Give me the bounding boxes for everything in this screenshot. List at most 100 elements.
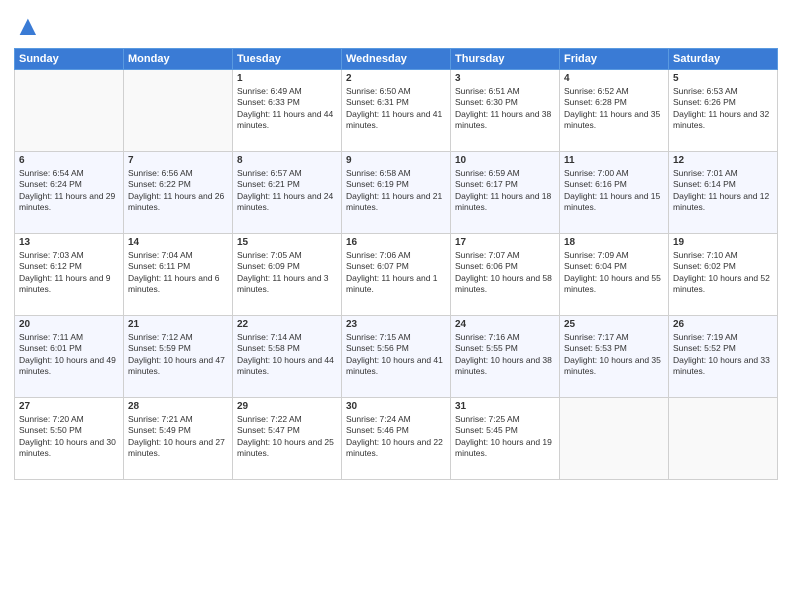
- calendar-cell: 16 Sunrise: 7:06 AMSunset: 6:07 PMDayligh…: [342, 234, 451, 316]
- calendar-cell: [15, 70, 124, 152]
- day-number: 14: [128, 237, 228, 248]
- day-info: Sunrise: 7:04 AMSunset: 6:11 PMDaylight:…: [128, 250, 228, 296]
- calendar-cell: 14 Sunrise: 7:04 AMSunset: 6:11 PMDayligh…: [124, 234, 233, 316]
- day-info: Sunrise: 7:00 AMSunset: 6:16 PMDaylight:…: [564, 168, 664, 214]
- calendar-cell: 1 Sunrise: 6:49 AMSunset: 6:33 PMDaylight…: [233, 70, 342, 152]
- calendar-cell: 26Sunrise: 7:19 AMSunset: 5:52 PMDayligh…: [669, 316, 778, 398]
- day-number: 2: [346, 73, 446, 84]
- calendar-week-row: 1 Sunrise: 6:49 AMSunset: 6:33 PMDaylight…: [15, 70, 778, 152]
- calendar-cell: [669, 398, 778, 480]
- day-info: Sunrise: 7:16 AMSunset: 5:55 PMDaylight:…: [455, 332, 555, 378]
- day-info: Sunrise: 7:21 AMSunset: 5:49 PMDaylight:…: [128, 414, 228, 460]
- day-number: 30: [346, 401, 446, 412]
- calendar-day-header: Tuesday: [233, 49, 342, 70]
- calendar-header-row: SundayMondayTuesdayWednesdayThursdayFrid…: [15, 49, 778, 70]
- page-container: ▲ SundayMondayTuesdayWednesdayThursdayFr…: [0, 0, 792, 612]
- calendar-cell: 5Sunrise: 6:53 AMSunset: 6:26 PMDaylight…: [669, 70, 778, 152]
- day-info: Sunrise: 6:49 AMSunset: 6:33 PMDaylight:…: [237, 86, 337, 132]
- calendar-cell: 31Sunrise: 7:25 AMSunset: 5:45 PMDayligh…: [451, 398, 560, 480]
- calendar-week-row: 6 Sunrise: 6:54 AMSunset: 6:24 PMDaylight…: [15, 152, 778, 234]
- header: ▲: [14, 10, 778, 42]
- day-info: Sunrise: 7:03 AMSunset: 6:12 PMDaylight:…: [19, 250, 119, 296]
- day-info: Sunrise: 6:59 AMSunset: 6:17 PMDaylight:…: [455, 168, 555, 214]
- day-number: 26: [673, 319, 773, 330]
- day-info: Sunrise: 7:11 AMSunset: 6:01 PMDaylight:…: [19, 332, 119, 378]
- calendar-cell: 28Sunrise: 7:21 AMSunset: 5:49 PMDayligh…: [124, 398, 233, 480]
- day-number: 20: [19, 319, 119, 330]
- calendar-cell: 30Sunrise: 7:24 AMSunset: 5:46 PMDayligh…: [342, 398, 451, 480]
- day-number: 4: [564, 73, 664, 84]
- day-info: Sunrise: 6:54 AMSunset: 6:24 PMDaylight:…: [19, 168, 119, 214]
- day-info: Sunrise: 6:56 AMSunset: 6:22 PMDaylight:…: [128, 168, 228, 214]
- calendar-cell: 8 Sunrise: 6:57 AMSunset: 6:21 PMDaylight…: [233, 152, 342, 234]
- day-info: Sunrise: 7:01 AMSunset: 6:14 PMDaylight:…: [673, 168, 773, 214]
- calendar-cell: 19 Sunrise: 7:10 AMSunset: 6:02 PMDayligh…: [669, 234, 778, 316]
- calendar-cell: 12 Sunrise: 7:01 AMSunset: 6:14 PMDayligh…: [669, 152, 778, 234]
- calendar-cell: 6 Sunrise: 6:54 AMSunset: 6:24 PMDaylight…: [15, 152, 124, 234]
- day-info: Sunrise: 7:05 AMSunset: 6:09 PMDaylight:…: [237, 250, 337, 296]
- calendar-day-header: Saturday: [669, 49, 778, 70]
- calendar-cell: 23 Sunrise: 7:15 AMSunset: 5:56 PMDayligh…: [342, 316, 451, 398]
- calendar-day-header: Wednesday: [342, 49, 451, 70]
- calendar-cell: 27 Sunrise: 7:20 AMSunset: 5:50 PMDayligh…: [15, 398, 124, 480]
- day-number: 13: [19, 237, 119, 248]
- calendar-cell: 25 Sunrise: 7:17 AMSunset: 5:53 PMDayligh…: [560, 316, 669, 398]
- calendar-day-header: Sunday: [15, 49, 124, 70]
- calendar-cell: 2 Sunrise: 6:50 AMSunset: 6:31 PMDaylight…: [342, 70, 451, 152]
- calendar-cell: 13 Sunrise: 7:03 AMSunset: 6:12 PMDayligh…: [15, 234, 124, 316]
- calendar-cell: 7 Sunrise: 6:56 AMSunset: 6:22 PMDaylight…: [124, 152, 233, 234]
- calendar-cell: [124, 70, 233, 152]
- calendar-day-header: Friday: [560, 49, 669, 70]
- day-info: Sunrise: 7:22 AMSunset: 5:47 PMDaylight:…: [237, 414, 337, 460]
- day-number: 29: [237, 401, 337, 412]
- logo: ▲: [14, 10, 46, 42]
- day-info: Sunrise: 7:12 AMSunset: 5:59 PMDaylight:…: [128, 332, 228, 378]
- calendar-cell: 10 Sunrise: 6:59 AMSunset: 6:17 PMDayligh…: [451, 152, 560, 234]
- day-number: 23: [346, 319, 446, 330]
- day-info: Sunrise: 6:51 AMSunset: 6:30 PMDaylight:…: [455, 86, 555, 132]
- calendar-table: SundayMondayTuesdayWednesdayThursdayFrid…: [14, 48, 778, 480]
- day-number: 10: [455, 155, 555, 166]
- day-number: 19: [673, 237, 773, 248]
- day-number: 25: [564, 319, 664, 330]
- day-number: 7: [128, 155, 228, 166]
- day-number: 12: [673, 155, 773, 166]
- day-number: 1: [237, 73, 337, 84]
- calendar-cell: 21 Sunrise: 7:12 AMSunset: 5:59 PMDayligh…: [124, 316, 233, 398]
- day-number: 18: [564, 237, 664, 248]
- calendar-cell: 20 Sunrise: 7:11 AMSunset: 6:01 PMDayligh…: [15, 316, 124, 398]
- day-info: Sunrise: 7:10 AMSunset: 6:02 PMDaylight:…: [673, 250, 773, 296]
- day-number: 21: [128, 319, 228, 330]
- day-info: Sunrise: 7:14 AMSunset: 5:58 PMDaylight:…: [237, 332, 337, 378]
- day-info: Sunrise: 6:50 AMSunset: 6:31 PMDaylight:…: [346, 86, 446, 132]
- day-number: 22: [237, 319, 337, 330]
- calendar-cell: 29 Sunrise: 7:22 AMSunset: 5:47 PMDayligh…: [233, 398, 342, 480]
- day-info: Sunrise: 7:09 AMSunset: 6:04 PMDaylight:…: [564, 250, 664, 296]
- day-info: Sunrise: 7:17 AMSunset: 5:53 PMDaylight:…: [564, 332, 664, 378]
- day-number: 6: [19, 155, 119, 166]
- calendar-cell: [560, 398, 669, 480]
- calendar-week-row: 20 Sunrise: 7:11 AMSunset: 6:01 PMDayligh…: [15, 316, 778, 398]
- day-number: 16: [346, 237, 446, 248]
- day-number: 27: [19, 401, 119, 412]
- day-info: Sunrise: 7:06 AMSunset: 6:07 PMDaylight:…: [346, 250, 446, 296]
- day-number: 8: [237, 155, 337, 166]
- calendar-cell: 24Sunrise: 7:16 AMSunset: 5:55 PMDayligh…: [451, 316, 560, 398]
- day-info: Sunrise: 6:53 AMSunset: 6:26 PMDaylight:…: [673, 86, 773, 132]
- calendar-week-row: 13 Sunrise: 7:03 AMSunset: 6:12 PMDayligh…: [15, 234, 778, 316]
- calendar-cell: 11Sunrise: 7:00 AMSunset: 6:16 PMDayligh…: [560, 152, 669, 234]
- calendar-cell: 15Sunrise: 7:05 AMSunset: 6:09 PMDayligh…: [233, 234, 342, 316]
- day-number: 17: [455, 237, 555, 248]
- day-info: Sunrise: 7:07 AMSunset: 6:06 PMDaylight:…: [455, 250, 555, 296]
- calendar-cell: 4Sunrise: 6:52 AMSunset: 6:28 PMDaylight…: [560, 70, 669, 152]
- day-number: 3: [455, 73, 555, 84]
- day-number: 31: [455, 401, 555, 412]
- calendar-day-header: Thursday: [451, 49, 560, 70]
- calendar-cell: 22 Sunrise: 7:14 AMSunset: 5:58 PMDayligh…: [233, 316, 342, 398]
- day-info: Sunrise: 7:20 AMSunset: 5:50 PMDaylight:…: [19, 414, 119, 460]
- day-info: Sunrise: 6:58 AMSunset: 6:19 PMDaylight:…: [346, 168, 446, 214]
- day-info: Sunrise: 7:15 AMSunset: 5:56 PMDaylight:…: [346, 332, 446, 378]
- calendar-cell: 18 Sunrise: 7:09 AMSunset: 6:04 PMDayligh…: [560, 234, 669, 316]
- day-info: Sunrise: 6:57 AMSunset: 6:21 PMDaylight:…: [237, 168, 337, 214]
- calendar-cell: 17 Sunrise: 7:07 AMSunset: 6:06 PMDayligh…: [451, 234, 560, 316]
